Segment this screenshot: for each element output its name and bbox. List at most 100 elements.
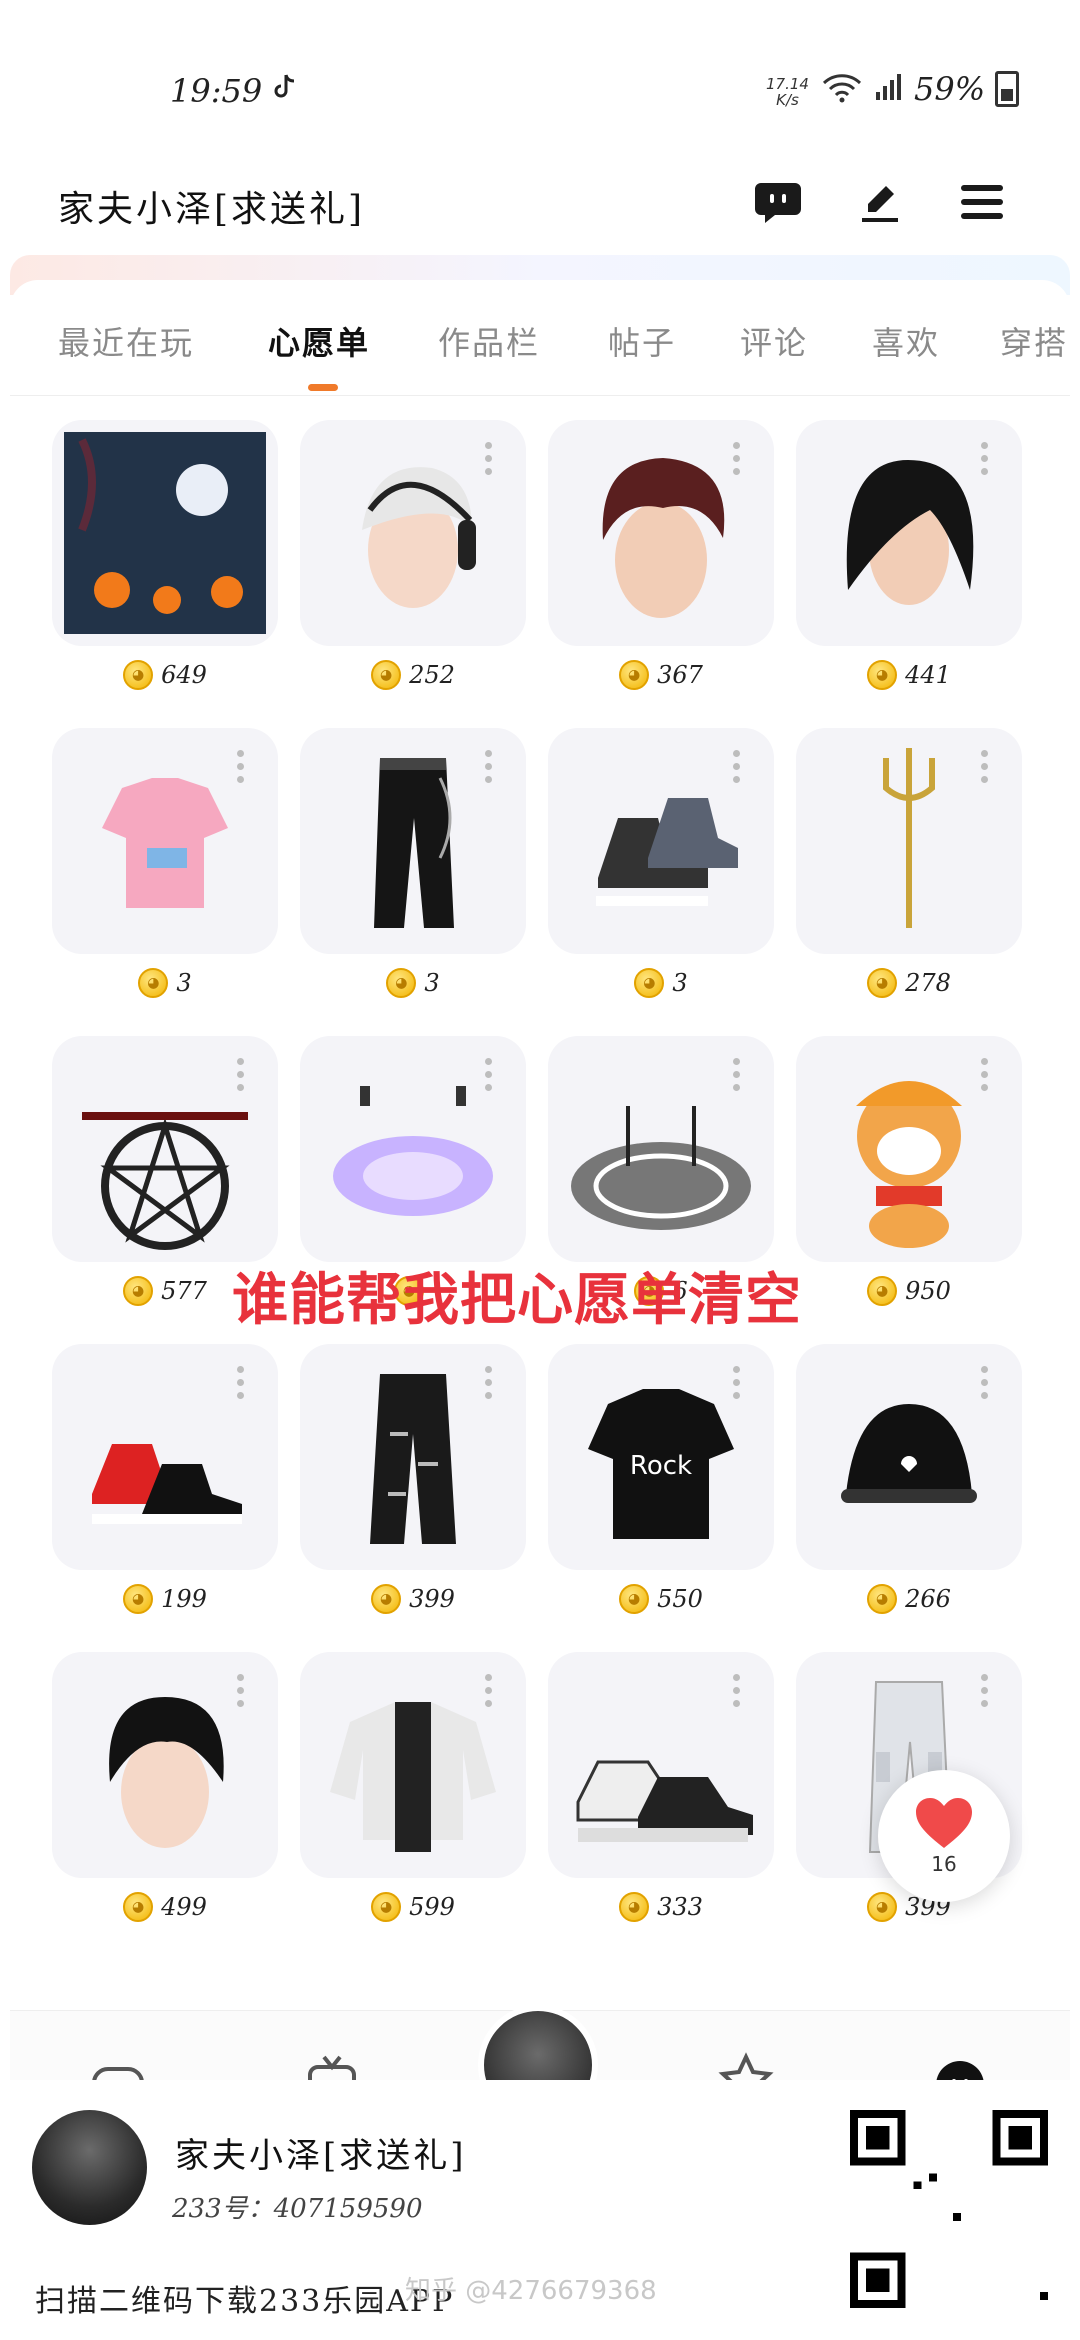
more-options-icon[interactable] [733,1366,740,1399]
message-button[interactable] [750,174,806,230]
price-value: 599 [409,1893,455,1921]
tab-wishlist[interactable]: 心愿单 [268,318,370,364]
black-beanie-icon [841,1404,977,1503]
wishlist-item-card[interactable] [52,1344,278,1570]
coin-icon: ◕ [123,1892,154,1922]
purple-magic-circle-icon [333,1086,493,1216]
gamepad-icon[interactable] [88,2051,148,2081]
price-row: ◕ 599 [300,1892,526,1922]
more-options-icon[interactable] [237,1674,244,1707]
menu-button[interactable] [954,174,1010,230]
wishlist-item-card[interactable] [548,1036,774,1262]
wishlist-item-card[interactable] [52,1652,278,1878]
more-options-icon[interactable] [485,750,492,783]
tab-recent[interactable]: 最近在玩 [58,318,194,364]
coin-icon: ◕ [371,1892,402,1922]
tab-works[interactable]: 作品栏 [438,318,540,364]
more-options-icon[interactable] [733,1674,740,1707]
wishlist-item-card[interactable] [52,728,278,954]
net-speed-unit: K/s [776,91,799,109]
page-title: 家夫小泽[求送礼] [58,189,366,230]
wishlist-item[interactable]: ◕ 199 [52,1344,278,1614]
wishlist-item-card[interactable] [300,420,526,646]
wishlist-item[interactable]: ◕ 499 [52,1652,278,1922]
wishlist-item[interactable]: ◕ 252 [300,420,526,690]
wishlist-item-card[interactable] [52,1036,278,1262]
coin-icon: ◕ [867,1276,898,1306]
wishlist-item-card[interactable] [300,1344,526,1570]
profile-nav-icon[interactable] [930,2051,990,2081]
more-options-icon[interactable] [485,1058,492,1091]
price-value: 278 [905,969,951,997]
wishlist-item-card[interactable] [548,728,774,954]
more-options-icon[interactable] [981,1366,988,1399]
wishlist-item[interactable]: Rock ◕ 550 [548,1344,774,1614]
more-options-icon[interactable] [485,1674,492,1707]
wishlist-item[interactable]: ◕ 266 [796,1344,1022,1614]
wishlist-item-card[interactable] [300,1652,526,1878]
more-options-icon[interactable] [237,1058,244,1091]
wishlist-item-card[interactable] [796,728,1022,954]
wishlist-item-card[interactable] [300,1036,526,1262]
share-footer: 家夫小泽[求送礼] 233号：407159590 扫描二维码下载233乐园APP… [0,2080,1080,2340]
price-row: ◕ 649 [52,660,278,690]
tv-icon[interactable] [302,2051,362,2081]
tab-comments[interactable]: 评论 [740,318,808,364]
platform-sneakers-icon [576,1760,753,1842]
more-options-icon[interactable] [981,750,988,783]
wishlist-item[interactable]: ◕ 649 [52,420,278,690]
price-value: 550 [657,1585,703,1613]
more-options-icon[interactable] [981,442,988,475]
wishlist-item[interactable]: ◕ 399 [300,1344,526,1614]
wishlist-item-card[interactable] [300,728,526,954]
coin-icon: ◕ [371,1584,402,1614]
price-row: ◕ 252 [300,660,526,690]
more-options-icon[interactable] [237,750,244,783]
more-options-icon[interactable] [981,1674,988,1707]
more-options-icon[interactable] [733,1058,740,1091]
star-icon[interactable] [716,2051,776,2081]
price-row: ◕ 3 [52,968,278,998]
more-options-icon[interactable] [485,442,492,475]
wishlist-item[interactable]: ◕ 3 [52,728,278,998]
price-value: 3 [176,969,192,997]
red-sneakers-icon [92,1444,242,1524]
wishlist-item-card[interactable] [52,420,278,646]
tab-likes[interactable]: 喜欢 [872,318,940,364]
wishlist-item-card[interactable] [548,1652,774,1878]
coin-icon: ◕ [867,968,898,998]
shiba-dog-icon [856,1081,962,1248]
more-options-icon[interactable] [237,1366,244,1399]
tab-posts[interactable]: 帖子 [608,318,676,364]
wishlist-item[interactable]: ◕ 367 [548,420,774,690]
more-options-icon[interactable] [981,1058,988,1091]
wishlist-item[interactable]: ◕ 278 [796,728,1022,998]
wishlist-item[interactable]: ◕ 3 [548,728,774,998]
price-row: ◕ 499 [52,1892,278,1922]
more-options-icon[interactable] [733,442,740,475]
wishlist-item-card[interactable] [796,1344,1022,1570]
like-button[interactable]: 16 [878,1770,1010,1902]
battery-icon [995,71,1020,107]
qr-code [850,2110,1048,2308]
wishlist-item-card[interactable] [796,420,1022,646]
price-row: ◕ 367 [548,660,774,690]
wishlist-item[interactable]: ◕ 950 [796,1036,1022,1306]
edit-button[interactable] [852,174,908,230]
more-options-icon[interactable] [485,1366,492,1399]
coin-icon: ◕ [123,660,154,690]
wishlist-item[interactable]: ◕ 3 [300,728,526,998]
wishlist-item[interactable]: ◕ 599 [300,1652,526,1922]
coin-icon: ◕ [619,1892,650,1922]
brown-hair-icon [602,458,725,618]
white-jacket-icon [330,1702,496,1852]
more-options-icon[interactable] [733,750,740,783]
wishlist-item-card[interactable]: Rock [548,1344,774,1570]
price-value: 499 [161,1893,207,1921]
wishlist-item-card[interactable] [548,420,774,646]
wishlist-item[interactable]: ◕ 333 [548,1652,774,1922]
wishlist-item[interactable]: ◕ 441 [796,420,1022,690]
price-row: ◕ 278 [796,968,1022,998]
tab-outfits[interactable]: 穿搭 [1000,318,1068,364]
wishlist-item-card[interactable] [796,1036,1022,1262]
